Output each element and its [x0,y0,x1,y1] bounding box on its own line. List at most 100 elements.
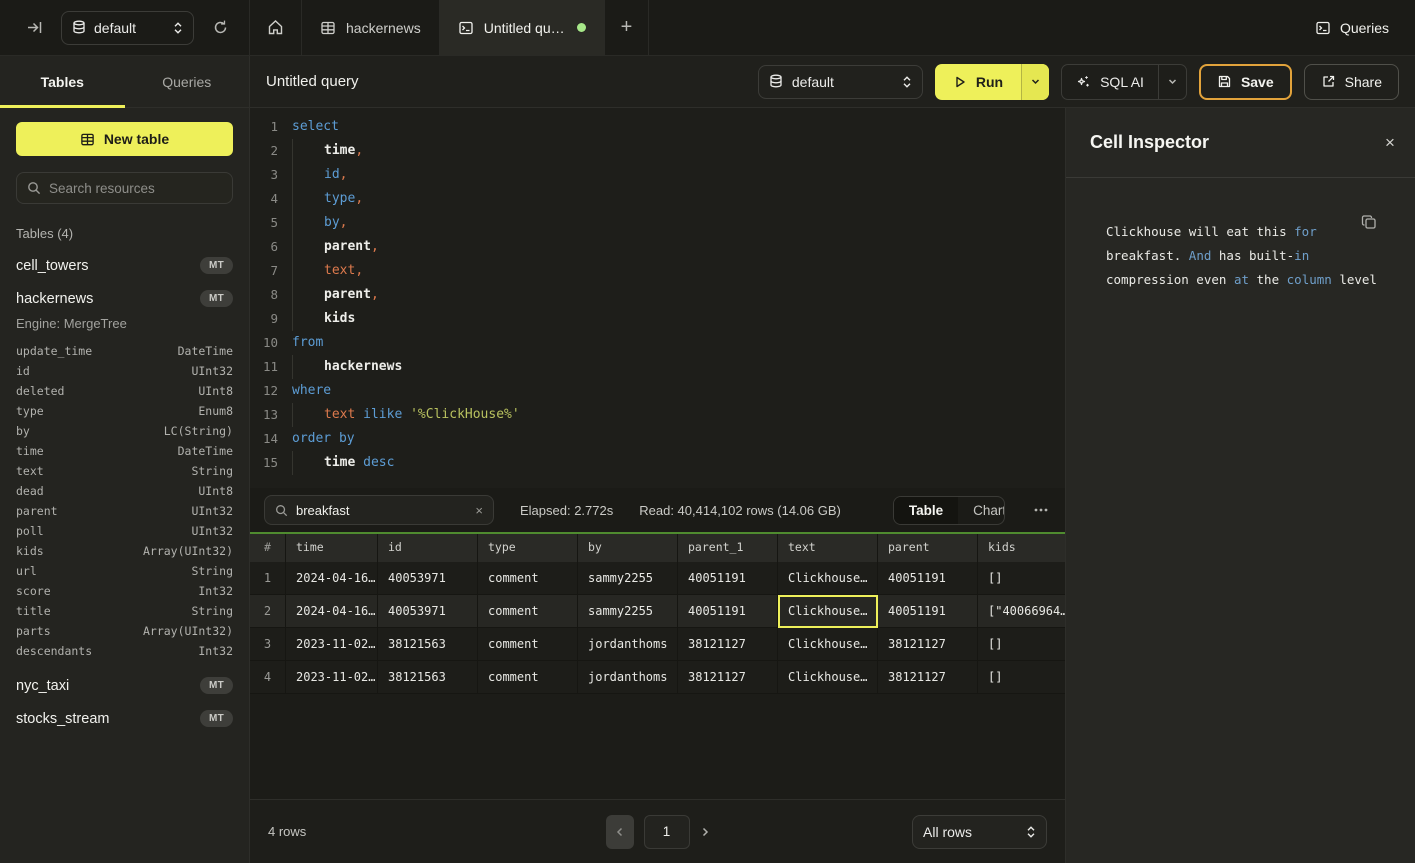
column-header[interactable]: time [286,534,378,562]
table-cell[interactable]: 38121127 [678,628,778,661]
table-cell[interactable]: 38121127 [878,661,978,694]
table-cell[interactable]: sammy2255 [578,595,678,628]
code-token: desc [363,451,394,475]
field-type: Array(UInt32) [143,624,233,638]
column-header[interactable]: type [478,534,578,562]
run-options-button[interactable] [1021,64,1049,100]
refresh-button[interactable] [208,15,233,40]
line-number: 10 [250,331,292,355]
table-cell[interactable]: comment [478,562,578,595]
table-cell[interactable]: 40051191 [678,562,778,595]
clear-search-icon[interactable]: × [475,503,483,518]
database-selector[interactable]: default [61,11,194,45]
view-tab-chart[interactable]: Chart [958,497,1005,524]
rows-count: 4 rows [268,824,306,839]
sidebar-tab-queries[interactable]: Queries [125,56,250,107]
query-database-selector[interactable]: default [758,65,923,99]
table-cell[interactable]: Clickhouse… [778,661,878,694]
sql-editor[interactable]: 1select2time,3id,4type,5by,6parent,7text… [250,108,1065,488]
schema-field-row: titleString [16,601,233,621]
field-type: Array(UInt32) [143,544,233,558]
search-resources-input[interactable] [49,181,226,196]
table-cell[interactable]: Clickhouse… [778,562,878,595]
table-cell[interactable]: 38121563 [378,628,478,661]
next-page-button[interactable] [700,826,710,838]
field-type: Enum8 [198,404,233,418]
field-type: UInt8 [198,384,233,398]
table-cell[interactable]: 38121127 [878,628,978,661]
results-search-input[interactable] [296,503,467,518]
table-list-item[interactable]: stocks_streamMT [16,710,233,727]
table-cell[interactable]: 40053971 [378,562,478,595]
table-cell[interactable]: Clickhouse… [778,595,878,628]
database-icon [769,74,783,89]
column-header[interactable]: parent [878,534,978,562]
table-cell[interactable]: 2024-04-16… [286,595,378,628]
page-number-input[interactable] [644,815,690,849]
close-inspector-button[interactable]: × [1385,133,1395,153]
tables-section-label: Tables (4) [16,226,233,241]
table-cell[interactable]: [] [978,628,1065,661]
column-header[interactable]: parent_1 [678,534,778,562]
field-type: DateTime [178,444,233,458]
table-cell[interactable]: 2023-11-02… [286,628,378,661]
table-cell[interactable]: 38121563 [378,661,478,694]
column-header[interactable]: id [378,534,478,562]
table-cell[interactable]: 40053971 [378,595,478,628]
table-list-item[interactable]: cell_towersMT [16,257,233,274]
column-header[interactable]: text [778,534,878,562]
table-cell[interactable]: [] [978,562,1065,595]
save-button[interactable]: Save [1199,64,1292,100]
column-header[interactable]: kids [978,534,1065,562]
table-cell[interactable]: sammy2255 [578,562,678,595]
run-button-group: Run [935,64,1049,100]
field-name: parts [16,624,51,638]
new-table-button[interactable]: New table [16,122,233,156]
tab-untitled-query[interactable]: Untitled qu… [440,0,605,55]
table-cell[interactable]: comment [478,595,578,628]
editor-line: 14order by [250,427,1065,451]
editor-line: 1select [250,115,1065,139]
table-row: 12024-04-16…40053971commentsammy22554005… [250,562,1065,595]
code-token: time [324,139,355,163]
sidebar-collapse-button[interactable] [22,15,47,40]
column-header[interactable]: # [250,534,286,562]
sidebar-tab-tables[interactable]: Tables [0,56,125,107]
schema-field-row: pollUInt32 [16,521,233,541]
view-tab-table[interactable]: Table [894,497,958,524]
table-cell[interactable]: 40051191 [678,595,778,628]
table-cell[interactable]: 40051191 [878,562,978,595]
table-cell[interactable]: 2023-11-02… [286,661,378,694]
table-cell[interactable]: 2024-04-16… [286,562,378,595]
row-number: 3 [250,628,286,661]
queries-button[interactable]: Queries [1289,0,1415,55]
more-options-button[interactable] [1031,507,1051,513]
new-tab-button[interactable]: + [605,0,650,55]
table-list-item[interactable]: hackernewsMT [16,290,233,307]
table-cell[interactable]: 40051191 [878,595,978,628]
table-cell[interactable]: [] [978,661,1065,694]
tab-home[interactable] [250,0,302,55]
column-header[interactable]: by [578,534,678,562]
table-cell[interactable]: jordanthoms [578,628,678,661]
table-cell[interactable]: ["40066964… [978,595,1065,628]
table-cell[interactable]: jordanthoms [578,661,678,694]
tab-hackernews[interactable]: hackernews [302,0,440,55]
editor-line: 12where [250,379,1065,403]
table-list-item[interactable]: nyc_taxiMT [16,677,233,694]
page-size-value: All rows [923,824,972,840]
view-toggle: Table Chart [893,496,1005,525]
sql-ai-button[interactable]: SQL AI [1062,65,1158,99]
previous-page-button[interactable] [606,815,634,849]
table-cell[interactable]: comment [478,661,578,694]
field-name: time [16,444,44,458]
table-cell[interactable]: Clickhouse… [778,628,878,661]
copy-cell-button[interactable] [1361,214,1377,230]
share-button[interactable]: Share [1304,64,1399,100]
sql-ai-options-button[interactable] [1158,65,1186,99]
refresh-icon [212,19,229,36]
table-cell[interactable]: 38121127 [678,661,778,694]
page-size-selector[interactable]: All rows [912,815,1047,849]
run-button[interactable]: Run [935,64,1021,100]
table-cell[interactable]: comment [478,628,578,661]
